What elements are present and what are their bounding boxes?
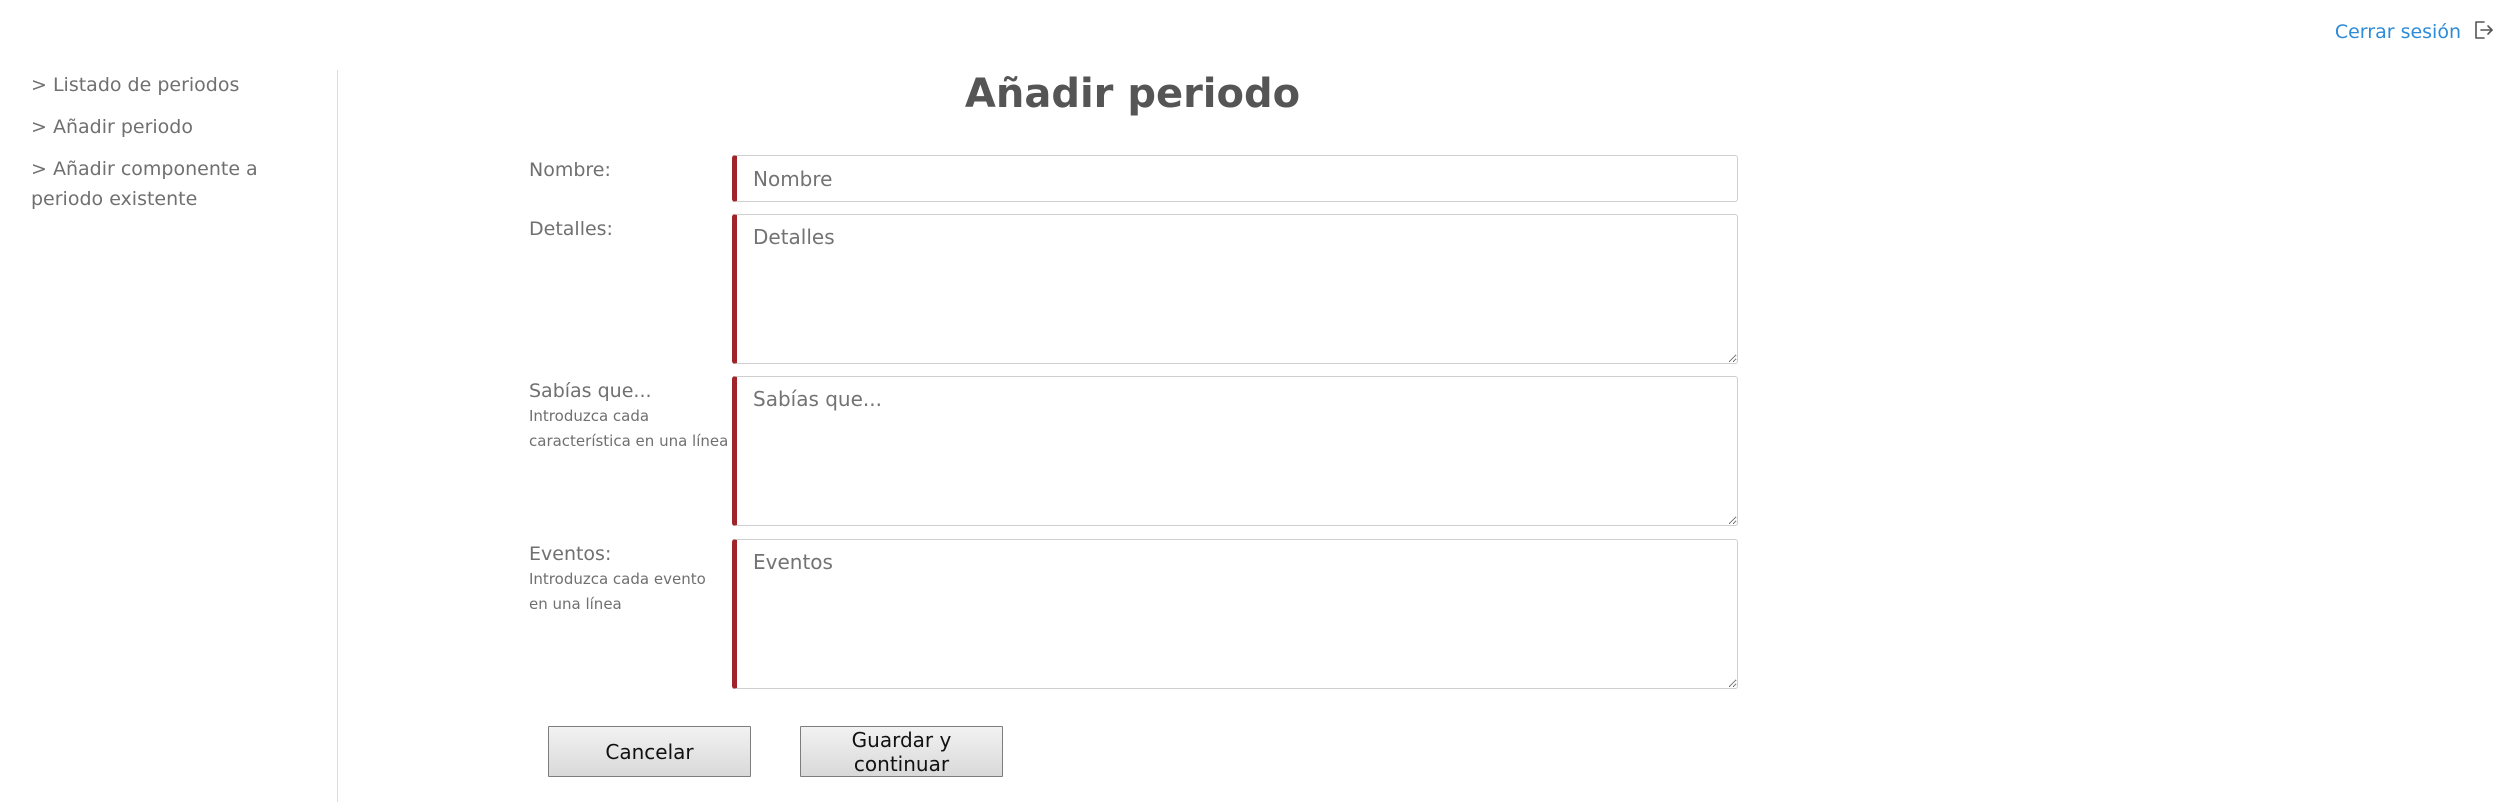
page-title: Añadir periodo <box>964 71 1301 117</box>
sabias-hint: Introduzca cada característica en una lí… <box>529 407 729 450</box>
logout-label: Cerrar sesión <box>2334 21 2461 43</box>
save-continue-button[interactable]: Guardar y continuar <box>800 726 1003 777</box>
eventos-textarea[interactable] <box>732 539 1738 689</box>
sidebar-item-anadir-componente[interactable]: > Añadir componente a periodo existente <box>31 154 326 214</box>
nombre-label: Nombre: <box>529 159 611 181</box>
detalles-textarea[interactable] <box>732 214 1738 364</box>
cancel-button[interactable]: Cancelar <box>548 726 751 777</box>
eventos-label-group: Eventos: Introduzca cada evento en una l… <box>529 541 729 617</box>
sidebar: > Listado de periodos > Añadir periodo >… <box>0 70 338 802</box>
logout-icon[interactable] <box>2471 18 2495 42</box>
eventos-label: Eventos: <box>529 543 612 565</box>
sabias-textarea[interactable] <box>732 376 1738 526</box>
eventos-hint: Introduzca cada evento en una línea <box>529 570 706 613</box>
sabias-label: Sabías que... <box>529 380 652 402</box>
logout-link[interactable]: Cerrar sesión <box>2335 18 2495 46</box>
sabias-label-group: Sabías que... Introduzca cada caracterís… <box>529 378 729 454</box>
nombre-input[interactable] <box>732 155 1738 202</box>
detalles-label: Detalles: <box>529 218 613 240</box>
